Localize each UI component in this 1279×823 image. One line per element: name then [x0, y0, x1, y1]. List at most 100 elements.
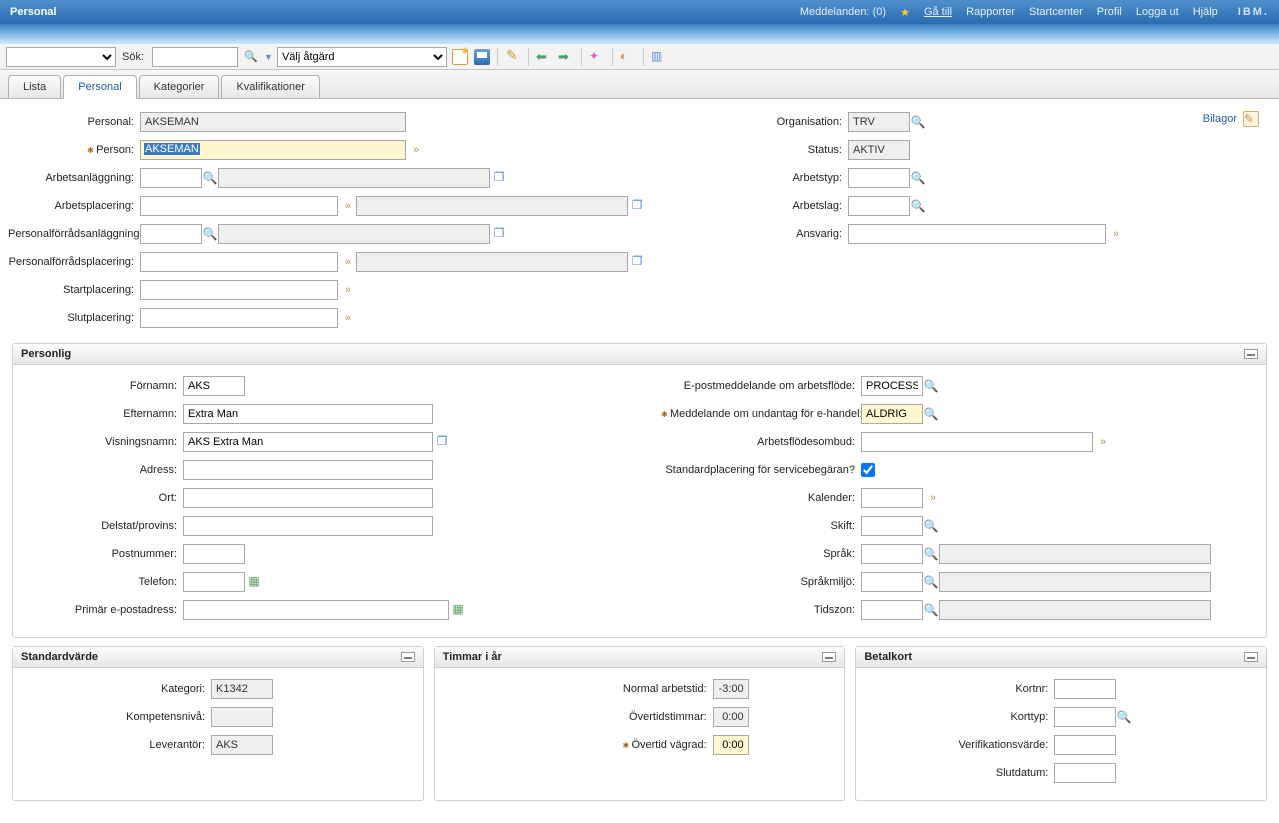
- epost-detail-icon[interactable]: [449, 602, 467, 618]
- telefon-field[interactable]: [183, 572, 245, 592]
- undantag-ehandel-lookup-icon[interactable]: 🔍: [923, 407, 939, 421]
- epost-field[interactable]: [183, 600, 449, 620]
- workflow-icon[interactable]: [588, 48, 606, 66]
- pfp-doc-icon[interactable]: [628, 254, 646, 270]
- slutplacering-field[interactable]: [140, 308, 338, 328]
- stdplacering-checkbox[interactable]: [861, 463, 875, 477]
- adress-field[interactable]: [183, 460, 433, 480]
- messages-link[interactable]: Meddelanden: (0): [800, 6, 886, 18]
- search-input[interactable]: [152, 47, 238, 67]
- tab-personal[interactable]: Personal: [63, 75, 136, 99]
- skift-lookup-icon[interactable]: 🔍: [923, 519, 939, 533]
- arbetsflodesombud-field[interactable]: [861, 432, 1093, 452]
- label-pfa: Personalförrådsanläggning:: [8, 228, 140, 240]
- arbetstyp-field[interactable]: [848, 168, 910, 188]
- korttyp-lookup-icon[interactable]: 🔍: [1116, 710, 1132, 724]
- label-arbetsflodesombud: Arbetsflödesombud:: [661, 436, 861, 448]
- vagrad-field[interactable]: [713, 735, 749, 755]
- postnummer-field[interactable]: [183, 544, 245, 564]
- pfa-lookup-icon[interactable]: 🔍: [202, 227, 218, 241]
- startplacering-detail-icon[interactable]: »: [338, 284, 356, 296]
- banner-gradient: [0, 24, 1279, 44]
- efternamn-field[interactable]: [183, 404, 433, 424]
- attachments-icon[interactable]: [1243, 111, 1259, 127]
- arbetsflodesombud-detail-icon[interactable]: »: [1093, 436, 1111, 448]
- prev-record-icon[interactable]: [535, 48, 553, 66]
- section-personlig-title: Personlig: [21, 348, 71, 360]
- arbetsplacering-detail-icon[interactable]: »: [338, 200, 356, 212]
- arbetslag-field[interactable]: [848, 196, 910, 216]
- sprak-lookup-icon[interactable]: 🔍: [923, 547, 939, 561]
- delstat-field[interactable]: [183, 516, 433, 536]
- tidszon-lookup-icon[interactable]: 🔍: [923, 603, 939, 617]
- goto-link[interactable]: Gå till: [924, 6, 952, 18]
- ort-field[interactable]: [183, 488, 433, 508]
- attachments-label[interactable]: Bilagor: [1203, 113, 1237, 125]
- minimize-icon[interactable]: [401, 652, 415, 662]
- pfp-detail-icon[interactable]: »: [338, 256, 356, 268]
- fornamn-field[interactable]: [183, 376, 245, 396]
- tab-lista[interactable]: Lista: [8, 75, 61, 98]
- korttyp-field[interactable]: [1054, 707, 1116, 727]
- tab-kvalifikationer[interactable]: Kvalifikationer: [221, 75, 319, 98]
- nav-rapporter[interactable]: Rapporter: [966, 6, 1015, 18]
- gauge-icon[interactable]: [619, 48, 637, 66]
- ansvarig-detail-icon[interactable]: »: [1106, 228, 1124, 240]
- sprakmiljo-lookup-icon[interactable]: 🔍: [923, 575, 939, 589]
- bottom-sections: Standardvärde Kategori: Kompetensnivå: L…: [8, 646, 1271, 811]
- label-startplacering: Startplacering:: [8, 284, 140, 296]
- arbetstyp-lookup-icon[interactable]: 🔍: [910, 171, 926, 185]
- new-record-icon[interactable]: [451, 48, 469, 66]
- tidszon-field[interactable]: [861, 600, 923, 620]
- sprakmiljo-field[interactable]: [861, 572, 923, 592]
- next-record-icon[interactable]: [557, 48, 575, 66]
- telefon-detail-icon[interactable]: [245, 574, 263, 590]
- kalender-field[interactable]: [861, 488, 923, 508]
- undantag-ehandel-field[interactable]: [861, 404, 923, 424]
- organisation-lookup-icon[interactable]: 🔍: [910, 115, 926, 129]
- ansvarig-field[interactable]: [848, 224, 1106, 244]
- label-arbetsanlaggning: Arbetsanläggning:: [8, 172, 140, 184]
- visningsnamn-detail-icon[interactable]: [433, 434, 451, 450]
- epost-arbetsflode-field[interactable]: [861, 376, 923, 396]
- sprak-field[interactable]: [861, 544, 923, 564]
- nav-profil[interactable]: Profil: [1097, 6, 1122, 18]
- search-dropdown-icon[interactable]: ▼: [264, 52, 273, 62]
- epost-arbetsflode-lookup-icon[interactable]: 🔍: [923, 379, 939, 393]
- kalender-detail-icon[interactable]: »: [923, 492, 941, 504]
- reports-icon[interactable]: [650, 48, 668, 66]
- nav-startcenter[interactable]: Startcenter: [1029, 6, 1083, 18]
- arbetsanlaggning-field[interactable]: [140, 168, 202, 188]
- startplacering-field[interactable]: [140, 280, 338, 300]
- quick-select[interactable]: [6, 47, 116, 67]
- minimize-icon[interactable]: [822, 652, 836, 662]
- attachments-link[interactable]: Bilagor: [1203, 111, 1259, 127]
- nav-loggaut[interactable]: Logga ut: [1136, 6, 1179, 18]
- toolbar-separator: [581, 48, 582, 66]
- kortnr-field[interactable]: [1054, 679, 1116, 699]
- tab-kategorier[interactable]: Kategorier: [139, 75, 220, 98]
- pfp-field[interactable]: [140, 252, 338, 272]
- arbetsplacering-doc-icon[interactable]: [628, 198, 646, 214]
- nav-hjalp[interactable]: Hjälp: [1193, 6, 1218, 18]
- edit-icon[interactable]: [504, 48, 522, 66]
- arbetslag-lookup-icon[interactable]: 🔍: [910, 199, 926, 213]
- verif-field[interactable]: [1054, 735, 1116, 755]
- pfa-detail-icon[interactable]: [490, 226, 508, 242]
- search-icon[interactable]: 🔍: [242, 48, 260, 66]
- arbetsanlaggning-lookup-icon[interactable]: 🔍: [202, 171, 218, 185]
- arbetsplacering-field[interactable]: [140, 196, 338, 216]
- skift-field[interactable]: [861, 516, 923, 536]
- pfa-field[interactable]: [140, 224, 202, 244]
- slutplacering-detail-icon[interactable]: »: [338, 312, 356, 324]
- slutdatum-field[interactable]: [1054, 763, 1116, 783]
- label-adress: Adress:: [51, 464, 183, 476]
- minimize-icon[interactable]: [1244, 349, 1258, 359]
- save-icon[interactable]: [473, 48, 491, 66]
- action-select[interactable]: Välj åtgärd: [277, 47, 447, 67]
- arbetsanlaggning-detail-icon[interactable]: [490, 170, 508, 186]
- label-arbetsplacering: Arbetsplacering:: [8, 200, 140, 212]
- person-detail-icon[interactable]: »: [406, 144, 424, 156]
- minimize-icon[interactable]: [1244, 652, 1258, 662]
- visningsnamn-field[interactable]: [183, 432, 433, 452]
